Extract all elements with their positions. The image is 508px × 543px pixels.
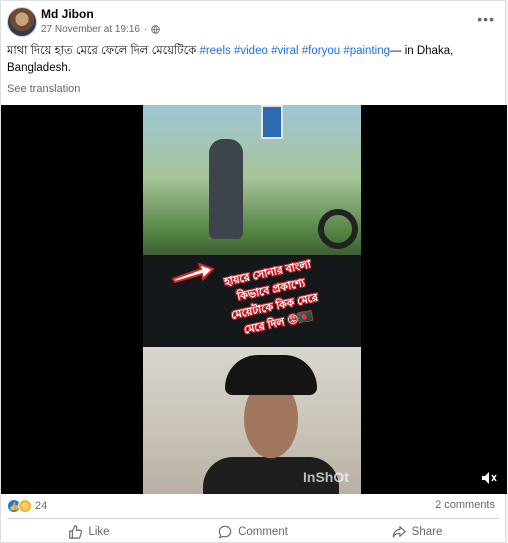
hashtag-foryou[interactable]: #foryou: [302, 45, 340, 57]
share-label: Share: [411, 526, 443, 538]
comment-label: Comment: [238, 526, 288, 538]
divider: [7, 518, 499, 519]
video-frame-bottom: InShOt: [143, 347, 361, 494]
motorbike-wheel: [318, 209, 358, 249]
volume-icon[interactable]: [481, 471, 497, 485]
post-header: Md Jibon 27 November at 19:16 · •••: [7, 7, 499, 39]
speaker-hair: [225, 355, 317, 395]
post-card: Md Jibon 27 November at 19:16 · ••• মাথা…: [0, 0, 507, 543]
comment-icon: [218, 525, 232, 539]
hashtag-reels[interactable]: #reels: [199, 45, 230, 57]
more-options-button[interactable]: •••: [477, 11, 495, 27]
hashtag-viral[interactable]: #viral: [271, 45, 298, 57]
angry-reaction-icon: 😢: [18, 499, 32, 513]
inshot-watermark: InShOt: [303, 469, 349, 485]
post-actions: Like Comment Share: [7, 521, 499, 543]
share-icon: [392, 526, 406, 538]
like-button[interactable]: Like: [7, 521, 171, 543]
video-player[interactable]: হায়রে সোনার বাংলা কিভাবে প্রকাশ্যে মেয়…: [1, 105, 507, 494]
avatar[interactable]: [7, 7, 37, 37]
post-meta: 27 November at 19:16 ·: [41, 24, 161, 35]
like-label: Like: [88, 526, 110, 538]
comment-button[interactable]: Comment: [171, 521, 335, 543]
location-prefix: — in: [390, 45, 417, 57]
comments-count[interactable]: 2 comments: [435, 499, 495, 511]
reaction-count: 24: [35, 500, 48, 512]
video-frame-top: হায়রে সোনার বাংলা কিভাবে প্রকাশ্যে মেয়…: [143, 105, 361, 347]
hashtag-painting[interactable]: #painting: [343, 45, 390, 57]
reactions-summary[interactable]: 👍 😢 24: [7, 499, 47, 513]
share-button[interactable]: Share: [335, 521, 499, 543]
post-caption: মাথা দিয়ে হাত মেরে ফেলে দিল মেয়েটিকে #…: [7, 43, 477, 77]
timestamp[interactable]: 27 November at 19:16: [41, 24, 140, 35]
author-name[interactable]: Md Jibon: [41, 7, 94, 21]
caption-text: মাথা দিয়ে হাত মেরে ফেলে দিল মেয়েটিকে: [7, 45, 200, 57]
see-translation-link[interactable]: See translation: [7, 83, 80, 95]
like-icon: [69, 525, 83, 539]
globe-icon: [151, 25, 161, 34]
meta-separator: ·: [143, 24, 148, 35]
hashtag-video[interactable]: #video: [234, 45, 268, 57]
person-figure: [209, 139, 243, 239]
road-sign: [261, 105, 283, 139]
post-stats: 👍 😢 24 2 comments: [7, 497, 495, 515]
